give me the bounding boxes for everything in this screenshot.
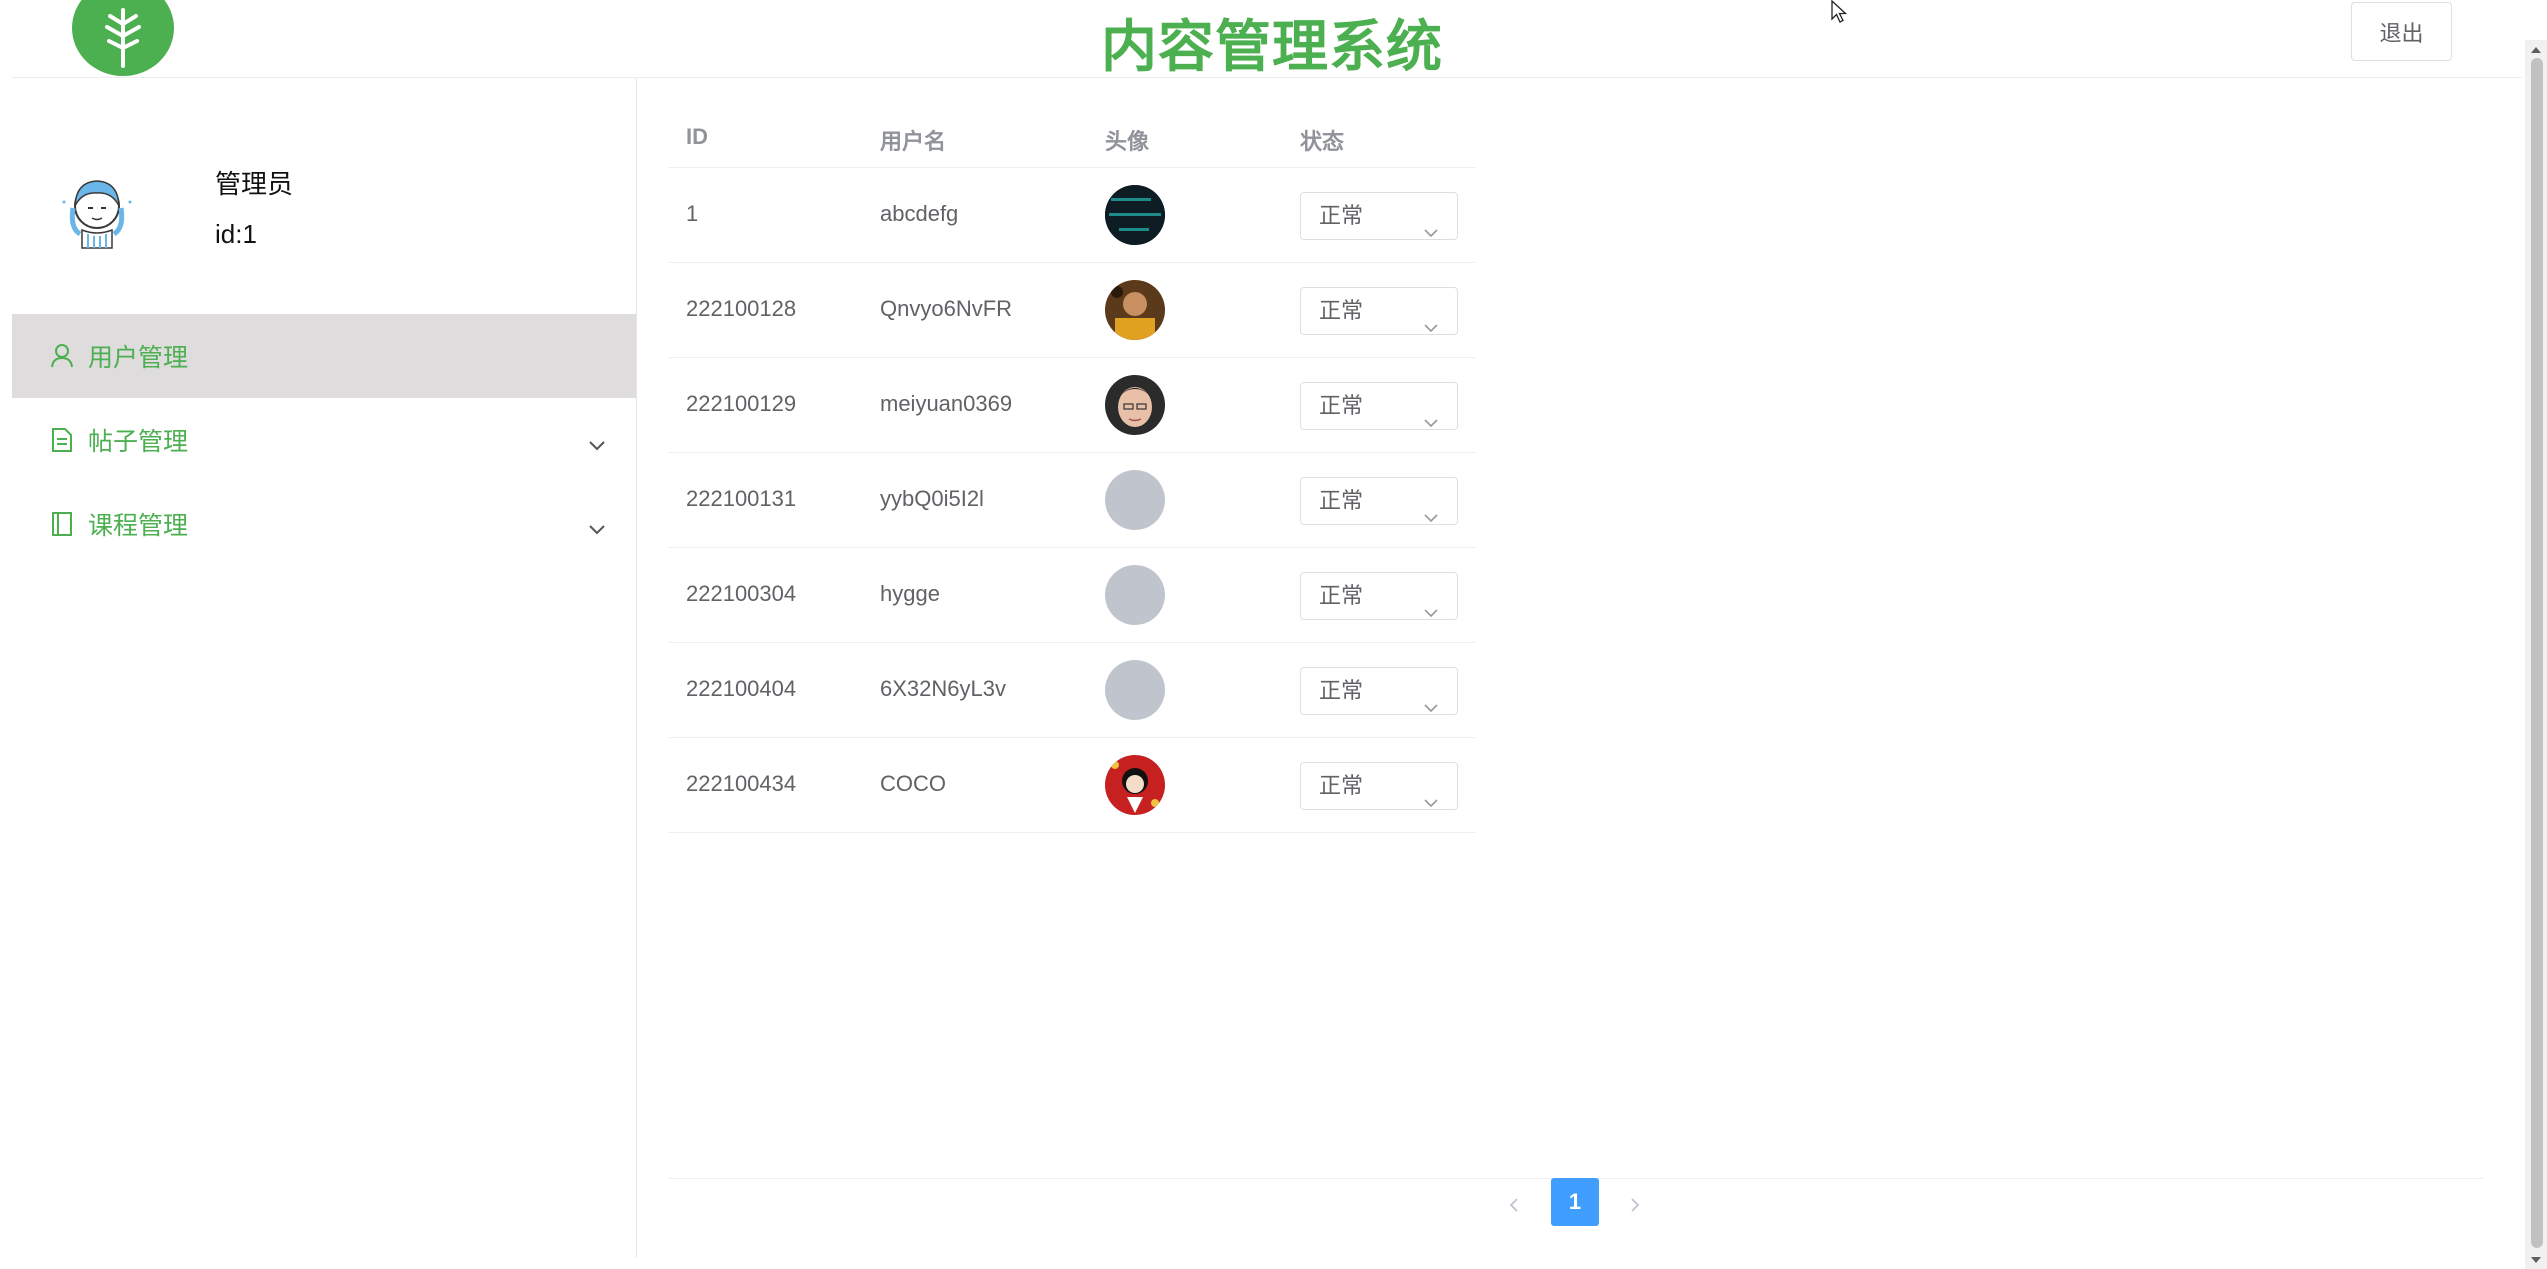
status-value: 正常 [1319,488,1364,513]
user-id: 222100404 [686,676,797,701]
chevron-down-icon [1423,399,1439,445]
status-value: 正常 [1319,678,1364,703]
table-row: 222100128 Qnvyo6NvFR 正常 [668,263,1476,358]
table-row: 222100434 COCO 正常 [668,738,1476,833]
mouse-cursor-icon [1830,0,1852,31]
status-select[interactable]: 正常 [1300,477,1458,525]
user-id: 222100131 [686,486,797,511]
user-avatar [1105,755,1165,815]
sidebar-item-label: 帖子管理 [88,428,189,456]
status-value: 正常 [1319,203,1364,228]
status-select[interactable]: 正常 [1300,572,1458,620]
logout-button[interactable]: 退出 [2351,2,2452,61]
user-id: 222100304 [686,581,797,606]
status-value: 正常 [1319,298,1364,323]
user-table: ID 用户名 头像 状态 1 abcdefg 正常 222100128 Qnvy… [668,107,1476,833]
table-row: 1 abcdefg 正常 [668,168,1476,263]
admin-avatar [52,166,142,256]
scrollbar-thumb[interactable] [2531,58,2543,1248]
user-name: abcdefg [880,201,959,226]
status-select[interactable]: 正常 [1300,192,1458,240]
user-id: 222100434 [686,771,797,796]
sidebar-item-course-management[interactable]: 课程管理 [12,482,636,566]
chevron-down-icon [1423,684,1439,730]
status-value: 正常 [1319,773,1364,798]
column-header-avatar: 头像 [1105,129,1150,154]
column-header-username: 用户名 [880,129,947,154]
user-avatar [1105,185,1165,245]
user-id: 1 [686,201,699,226]
status-select[interactable]: 正常 [1300,762,1458,810]
page-number-current[interactable]: 1 [1551,1178,1599,1226]
table-row: 222100304 hygge 正常 [668,548,1476,643]
chevron-down-icon [1423,494,1439,540]
next-page-button[interactable] [1620,1190,1650,1220]
chevron-down-icon [588,430,606,459]
sidebar-item-user-management[interactable]: 用户管理 [12,314,636,398]
table-row: 222100131 yybQ0i5I2l 正常 [668,453,1476,548]
status-select[interactable]: 正常 [1300,382,1458,430]
user-name: meiyuan0369 [880,391,1013,416]
scroll-down-arrow-icon[interactable] [2530,1252,2542,1269]
sidebar: 管理员 id:1 用户管理 帖子管理 课程管理 [12,78,637,1258]
sidebar-item-post-management[interactable]: 帖子管理 [12,398,636,482]
user-id: 222100128 [686,296,797,321]
status-value: 正常 [1319,583,1364,608]
status-select[interactable]: 正常 [1300,667,1458,715]
column-header-status: 状态 [1300,129,1345,154]
page-title: 内容管理系统 [1101,15,1443,80]
table-row: 222100404 6X32N6yL3v 正常 [668,643,1476,738]
status-value: 正常 [1319,393,1364,418]
top-header: 内容管理系统 退出 [12,0,2522,80]
tree-logo-icon [72,0,174,76]
chevron-down-icon [588,514,606,543]
app-page: 内容管理系统 退出 管理员 id:1 用户管理 帖子管理 课程管理 ID 用户名… [0,0,2547,1269]
chevron-down-icon [1423,589,1439,635]
user-name: hygge [880,581,940,606]
default-avatar [1105,565,1165,625]
user-name: Qnvyo6NvFR [880,296,1013,321]
profile-id: id:1 [215,219,257,249]
table-row: 222100129 meiyuan0369 正常 [668,358,1476,453]
profile-name: 管理员 [215,169,294,199]
user-avatar [1105,375,1165,435]
notebook-icon [50,511,74,537]
user-name: COCO [880,771,946,796]
default-avatar [1105,470,1165,530]
user-name: yybQ0i5I2l [880,486,984,511]
chevron-down-icon [1423,779,1439,825]
chevron-down-icon [1423,209,1439,255]
user-avatar [1105,280,1165,340]
default-avatar [1105,660,1165,720]
vertical-scrollbar[interactable] [2525,40,2547,1269]
user-icon [50,343,74,369]
prev-page-button[interactable] [1499,1190,1529,1220]
column-header-id: ID [686,124,708,149]
chevron-down-icon [1423,304,1439,350]
sidebar-item-label: 用户管理 [88,344,189,372]
user-id: 222100129 [686,391,797,416]
sidebar-item-label: 课程管理 [88,512,189,540]
table-header: ID 用户名 头像 状态 [668,107,1476,168]
status-select[interactable]: 正常 [1300,287,1458,335]
user-name: 6X32N6yL3v [880,676,1006,701]
document-icon [50,427,74,453]
